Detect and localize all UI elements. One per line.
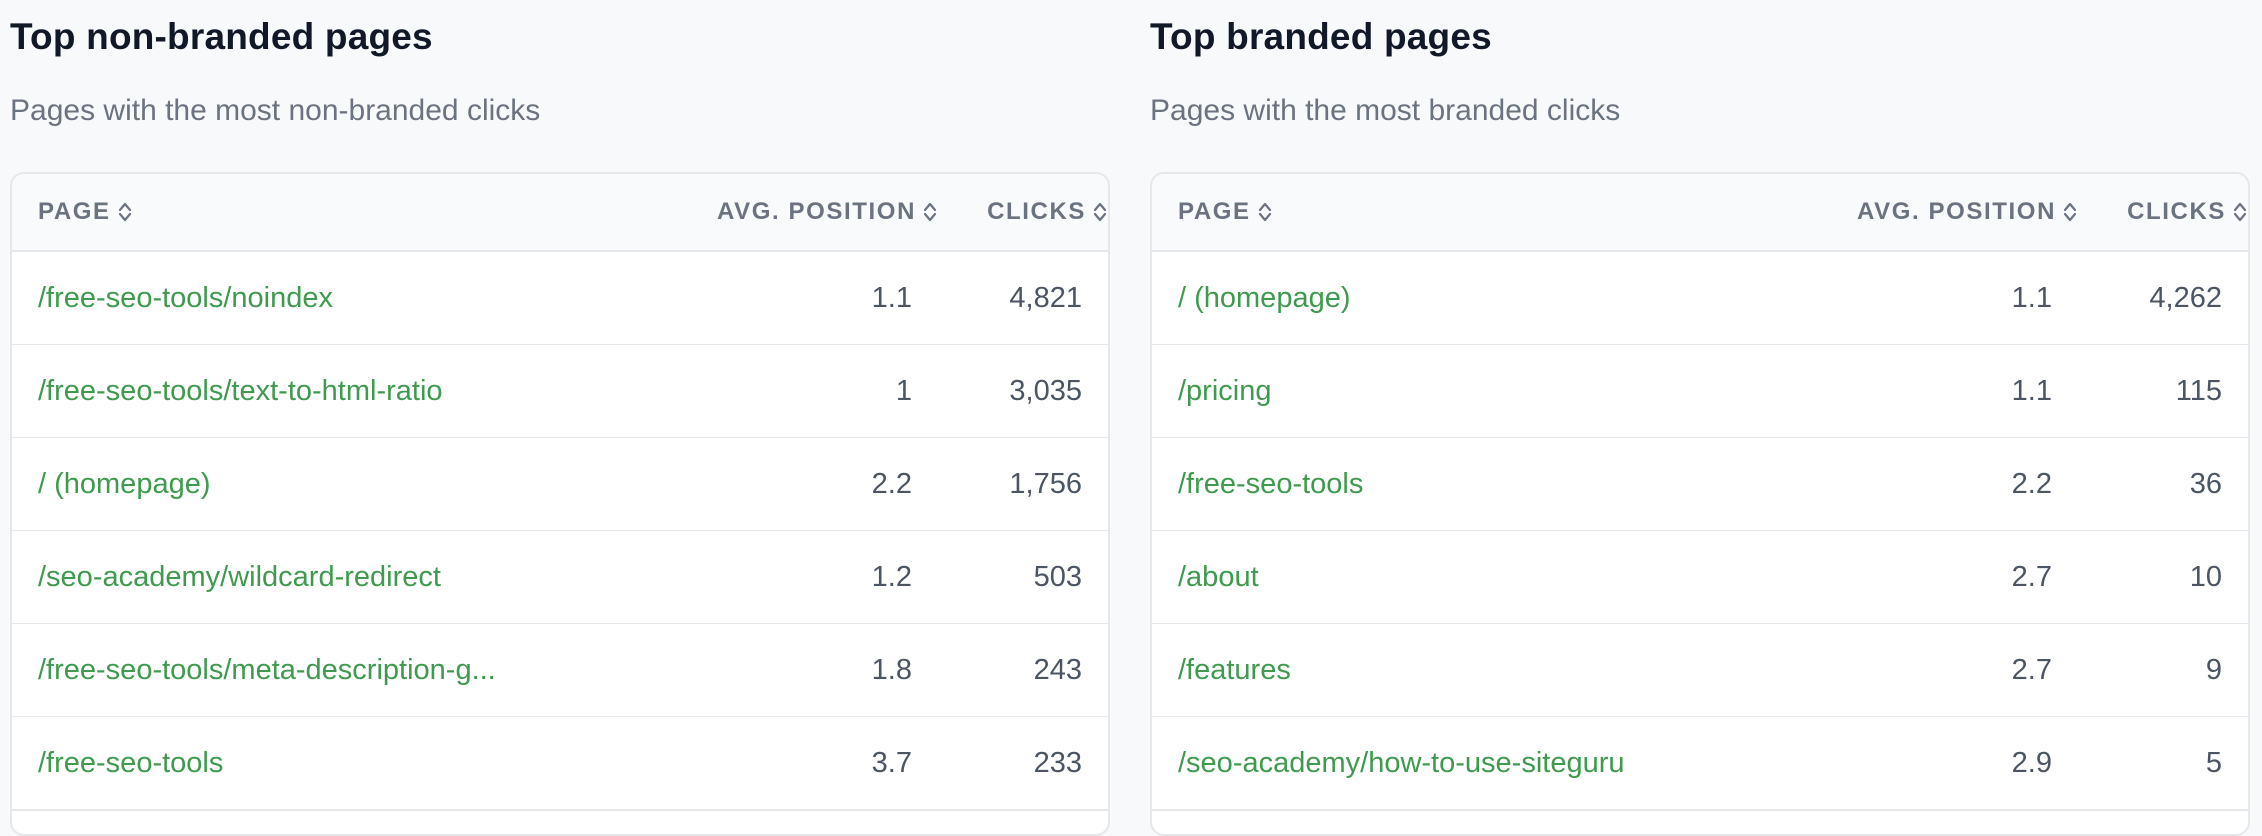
sort-icon	[2232, 200, 2248, 224]
table-row: /free-seo-tools 3.7 233	[12, 717, 1108, 811]
clicks-value: 233	[1033, 746, 1082, 779]
table-row: /seo-academy/wildcard-redirect 1.2 503	[12, 531, 1108, 625]
clicks-value: 1,756	[1009, 467, 1082, 500]
avg-position-value: 2.7	[2011, 560, 2052, 593]
avg-position-value: 2.7	[2011, 653, 2052, 686]
avg-position-value: 2.2	[2011, 467, 2052, 500]
avg-position-value: 1.8	[871, 653, 912, 686]
avg-position-value: 1.1	[871, 281, 912, 314]
sort-page-header[interactable]: PAGE	[38, 174, 133, 250]
panel-title: Top branded pages	[1150, 16, 1492, 57]
column-label-page: PAGE	[1178, 198, 1251, 225]
sort-icon	[1257, 200, 1273, 224]
page-link[interactable]: / (homepage)	[38, 438, 211, 530]
table-row: /free-seo-tools/noindex 1.1 4,821	[12, 252, 1108, 346]
column-label-position: AVG. POSITION	[716, 198, 916, 225]
clicks-value: 4,821	[1009, 281, 1082, 314]
table-row: /free-seo-tools/text-to-html-ratio 1 3,0…	[12, 345, 1108, 439]
sort-position-header[interactable]: AVG. POSITION	[717, 174, 938, 250]
clicks-value: 3,035	[1009, 374, 1082, 407]
page-link[interactable]: /about	[1178, 531, 1259, 623]
page-link[interactable]: /free-seo-tools/text-to-html-ratio	[38, 345, 443, 437]
column-label-page: PAGE	[38, 198, 111, 225]
page-link[interactable]: /seo-academy/how-to-use-siteguru	[1178, 717, 1624, 809]
avg-position-value: 1.2	[871, 560, 912, 593]
page-link[interactable]: /free-seo-tools/meta-description-g...	[38, 624, 496, 716]
table-row: /about 2.7 10	[1152, 531, 2248, 625]
avg-position-value: 1.1	[2011, 281, 2052, 314]
table-row: /free-seo-tools/meta-description-g... 1.…	[12, 624, 1108, 718]
sort-icon	[922, 200, 938, 224]
page-link[interactable]: /pricing	[1178, 345, 1272, 437]
panel-subtitle: Pages with the most non-branded clicks	[10, 94, 541, 127]
sort-page-header[interactable]: PAGE	[1178, 174, 1273, 250]
clicks-value: 10	[2189, 560, 2222, 593]
page-link[interactable]: /free-seo-tools	[1178, 438, 1363, 530]
sort-icon	[2062, 200, 2078, 224]
page-link[interactable]: / (homepage)	[1178, 252, 1351, 344]
sort-icon	[117, 200, 133, 224]
sort-clicks-header[interactable]: CLICKS	[2127, 174, 2248, 250]
clicks-value: 5	[2205, 746, 2222, 779]
sort-icon	[1092, 200, 1108, 224]
clicks-value: 9	[2205, 653, 2222, 686]
table-row: /features 2.7 9	[1152, 624, 2248, 718]
table-row: / (homepage) 1.1 4,262	[1152, 252, 2248, 346]
clicks-value: 4,262	[2149, 281, 2222, 314]
table-row: /free-seo-tools 2.2 36	[1152, 438, 2248, 532]
column-label-position: AVG. POSITION	[1856, 198, 2056, 225]
table-header: PAGE AVG. POSITION CLICKS	[12, 174, 1108, 252]
avg-position-value: 1	[895, 374, 912, 407]
clicks-value: 36	[2189, 467, 2222, 500]
page-link[interactable]: /seo-academy/wildcard-redirect	[38, 531, 441, 623]
table-row: /seo-academy/how-to-use-siteguru 2.9 5	[1152, 717, 2248, 811]
table-header: PAGE AVG. POSITION CLICKS	[1152, 174, 2248, 252]
panel-title: Top non-branded pages	[10, 16, 433, 57]
clicks-value: 115	[2175, 374, 2222, 407]
avg-position-value: 3.7	[871, 746, 912, 779]
page-link[interactable]: /free-seo-tools	[38, 717, 223, 809]
non-branded-table: PAGE AVG. POSITION CLICKS /free-seo-tool…	[10, 172, 1110, 836]
sort-position-header[interactable]: AVG. POSITION	[1857, 174, 2078, 250]
avg-position-value: 1.1	[2011, 374, 2052, 407]
column-label-clicks: CLICKS	[2127, 198, 2226, 225]
table-row: /pricing 1.1 115	[1152, 345, 2248, 439]
clicks-value: 243	[1033, 653, 1082, 686]
page-link[interactable]: /free-seo-tools/noindex	[38, 252, 333, 344]
avg-position-value: 2.9	[2011, 746, 2052, 779]
column-label-clicks: CLICKS	[987, 198, 1086, 225]
avg-position-value: 2.2	[871, 467, 912, 500]
branded-table: PAGE AVG. POSITION CLICKS / (homepage) 1…	[1150, 172, 2250, 836]
panel-subtitle: Pages with the most branded clicks	[1150, 94, 1621, 127]
sort-clicks-header[interactable]: CLICKS	[987, 174, 1108, 250]
table-row: / (homepage) 2.2 1,756	[12, 438, 1108, 532]
page-link[interactable]: /features	[1178, 624, 1291, 716]
clicks-value: 503	[1033, 560, 1082, 593]
